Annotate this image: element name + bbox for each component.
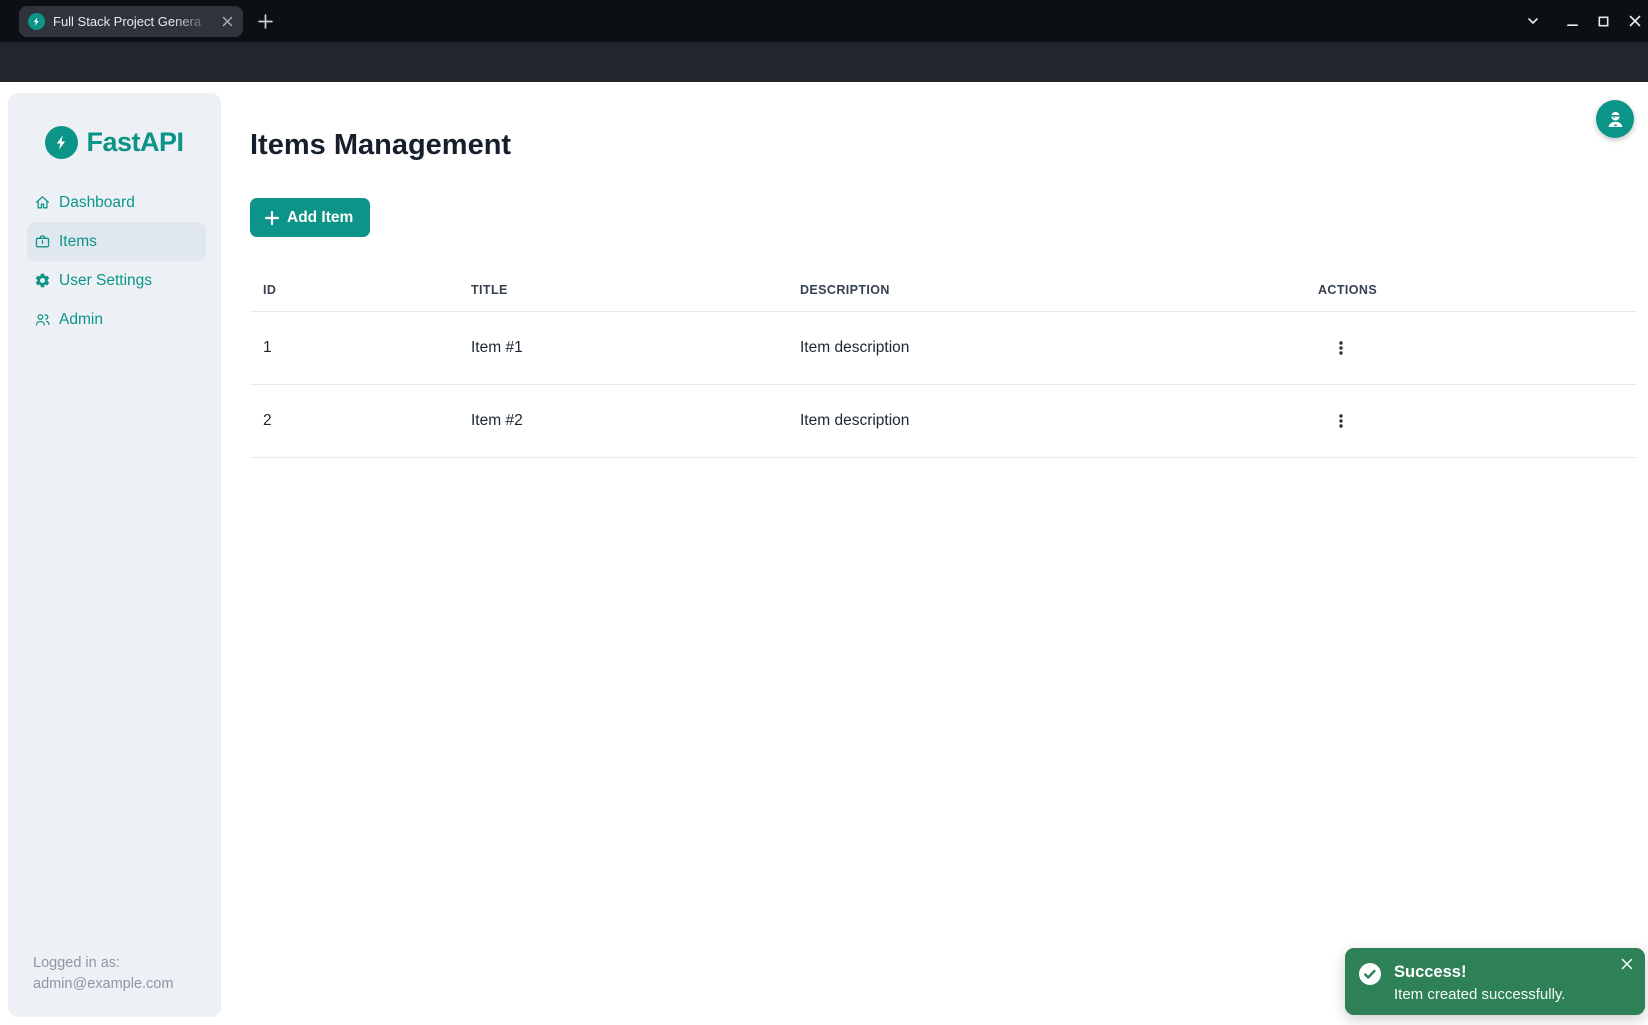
toast-title: Success! [1394,961,1565,983]
browser-tab[interactable]: Full Stack Project Genera [19,6,243,37]
check-circle-icon [1358,962,1382,986]
fastapi-logo-text: FastAPI [86,127,183,158]
sidebar-item-label: Items [59,233,97,251]
column-header-actions: ACTIONS [1305,270,1636,311]
sidebar-item-label: Admin [59,311,103,329]
close-icon[interactable] [1623,9,1647,33]
logged-in-label: Logged in as: [33,953,173,974]
user-avatar-button[interactable] [1596,100,1634,138]
tab-close-icon[interactable] [219,14,235,30]
success-toast: Success! Item created successfully. [1345,948,1645,1015]
table-header-row: ID TITLE DESCRIPTION ACTIONS [250,270,1636,311]
logged-in-footer: Logged in as: admin@example.com [33,953,173,995]
row-actions-kebab-icon[interactable] [1327,334,1355,362]
home-icon [34,194,51,211]
column-header-id: ID [250,270,458,311]
tab-search-chevron-icon[interactable] [1521,9,1545,33]
cell-description: Item description [787,311,1305,384]
maximize-icon[interactable] [1591,9,1615,33]
toast-close-icon[interactable] [1619,956,1635,972]
browser-toolbar: localhost/items [0,42,1648,82]
users-icon [34,311,51,328]
cell-id: 2 [250,384,458,457]
cell-title: Item #1 [458,311,787,384]
plus-icon [264,210,280,226]
table-row: 1 Item #1 Item description [250,311,1636,384]
sidebar: FastAPI Dashboard Items [8,93,221,1017]
fastapi-logo: FastAPI [8,126,221,159]
browser-window: Full Stack Project Genera [0,0,1648,1025]
cell-description: Item description [787,384,1305,457]
tab-favicon-lightning-icon [28,13,45,30]
briefcase-icon [34,233,51,250]
tab-title: Full Stack Project Genera [53,14,219,29]
fastapi-lightning-icon [45,126,78,159]
add-item-label: Add Item [287,209,353,227]
items-table: ID TITLE DESCRIPTION ACTIONS 1 Item #1 I… [250,270,1636,458]
cell-title: Item #2 [458,384,787,457]
sidebar-item-label: Dashboard [59,194,135,212]
new-tab-button[interactable] [253,9,278,34]
table-row: 2 Item #2 Item description [250,384,1636,457]
sidebar-nav: Dashboard Items User Settings [27,183,206,339]
browser-titlebar: Full Stack Project Genera [0,0,1648,42]
page-content: FastAPI Dashboard Items [0,82,1648,1025]
row-actions-kebab-icon[interactable] [1327,407,1355,435]
column-header-title: TITLE [458,270,787,311]
logged-in-email: admin@example.com [33,974,173,995]
toast-body: Success! Item created successfully. [1394,961,1565,1006]
column-header-description: DESCRIPTION [787,270,1305,311]
sidebar-item-items[interactable]: Items [27,222,206,261]
minimize-icon[interactable] [1560,9,1584,33]
add-item-button[interactable]: Add Item [250,198,370,237]
cell-id: 1 [250,311,458,384]
sidebar-item-dashboard[interactable]: Dashboard [27,183,206,222]
user-avatar-icon [1604,108,1627,131]
page-title: Items Management [250,126,511,164]
sidebar-item-admin[interactable]: Admin [27,300,206,339]
sidebar-item-user-settings[interactable]: User Settings [27,261,206,300]
sidebar-item-label: User Settings [59,272,152,290]
toast-message: Item created successfully. [1394,983,1565,1006]
gear-icon [34,272,51,289]
